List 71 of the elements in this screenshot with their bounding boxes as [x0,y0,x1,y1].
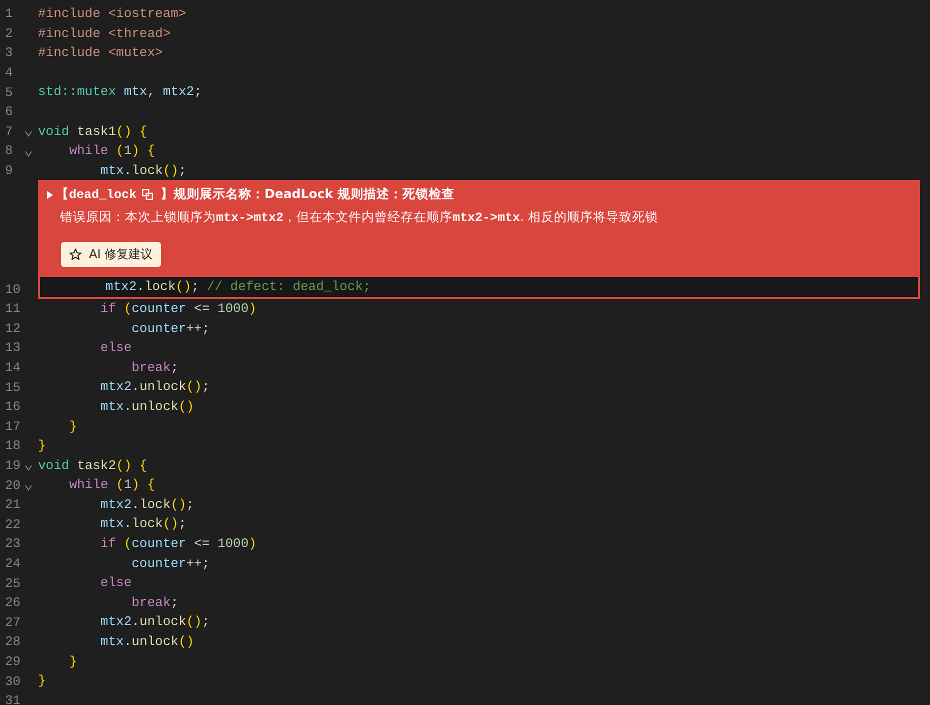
line-number: 12 [5,320,22,336]
code-line: while (1) { [68,476,156,494]
rule-description: 】规则展示名称：DeadLock 规则描述：死锁检查 [160,186,454,204]
line-number: 31 [5,693,22,705]
code-line: else [99,574,132,592]
rule-id: dead_lock [69,188,137,202]
code-line: mtx2.lock(); [99,496,194,514]
code-line: std::mutex mtx, mtx2; [38,83,202,102]
code-line: mtx.unlock() [99,398,194,416]
line-number: 15 [5,380,22,395]
line-number: 19 [5,458,22,473]
line-number: 16 [5,399,22,414]
code-line: mtx2.lock(); // defect: dead_lock; [104,279,371,294]
chevron-down-icon[interactable] [25,150,32,157]
bracket-text: 【 [56,186,69,204]
line-number: 5 [5,84,14,100]
line-number: 26 [5,595,22,610]
line-number: 23 [5,536,22,552]
triangle-right-icon[interactable] [46,190,54,199]
code-line: else [99,339,132,358]
code-line: } [68,652,78,671]
code-line: #include <thread> [38,24,171,43]
code-line: mtx.lock(); [99,515,186,534]
code-line: counter++; [130,554,210,573]
line-number: 7 [5,124,14,139]
line-number: 20 [5,478,22,493]
chevron-down-icon[interactable] [25,485,32,492]
code-line: } [38,437,46,456]
code-line: if (counter <= 1000) [99,535,256,554]
line-number: 24 [5,556,22,571]
chevron-down-icon[interactable] [25,465,32,472]
code-line: void task1() { [38,122,148,141]
code-line: break; [130,594,178,612]
defect-message: 错误原因：本次上锁顺序为mtx->mtx2，但在本文件内曾经存在顺序mtx2->mtx. 相反的顺序将导致死锁 [59,209,659,226]
ai-fix-button[interactable]: AI 修复建议 [61,242,161,268]
line-number: 8 [5,143,14,158]
line-number: 9 [5,163,14,178]
line-number: 3 [5,45,14,60]
star-icon [69,248,82,262]
code-line: #include <mutex> [38,44,163,62]
code-line: } [68,418,78,436]
code-line: break; [130,358,178,377]
code-line: mtx2.unlock(); [99,378,210,396]
line-number: 30 [5,674,22,689]
line-number: 1 [5,6,14,22]
line-number: 22 [5,516,22,532]
code-line: mtx.unlock() [99,633,194,652]
code-line: mtx.lock(); [99,162,186,180]
line-number: 4 [5,65,14,80]
code-line: mtx2.unlock(); [99,613,210,632]
line-number: 2 [5,26,14,41]
line-number: 6 [5,104,14,120]
line-number: 25 [5,576,22,591]
line-number: 28 [5,634,22,650]
line-number: 14 [5,360,22,376]
code-line: void task2() { [38,456,148,475]
copy-icon[interactable] [142,189,153,200]
line-number: 27 [5,614,22,630]
line-number: 29 [5,654,22,669]
line-number: 17 [5,418,22,434]
code-line: if (counter <= 1000) [99,300,256,318]
line-number: 18 [5,438,22,454]
code-line: #include <iostream> [38,5,186,23]
code-line: counter++; [130,320,210,338]
line-number: 21 [5,497,22,512]
chevron-down-icon[interactable] [25,131,32,138]
code-line: } [38,672,46,690]
line-number: 13 [5,340,22,356]
line-number: 10 [5,282,22,297]
line-number: 11 [5,301,22,316]
code-line: while (1) { [68,142,156,160]
